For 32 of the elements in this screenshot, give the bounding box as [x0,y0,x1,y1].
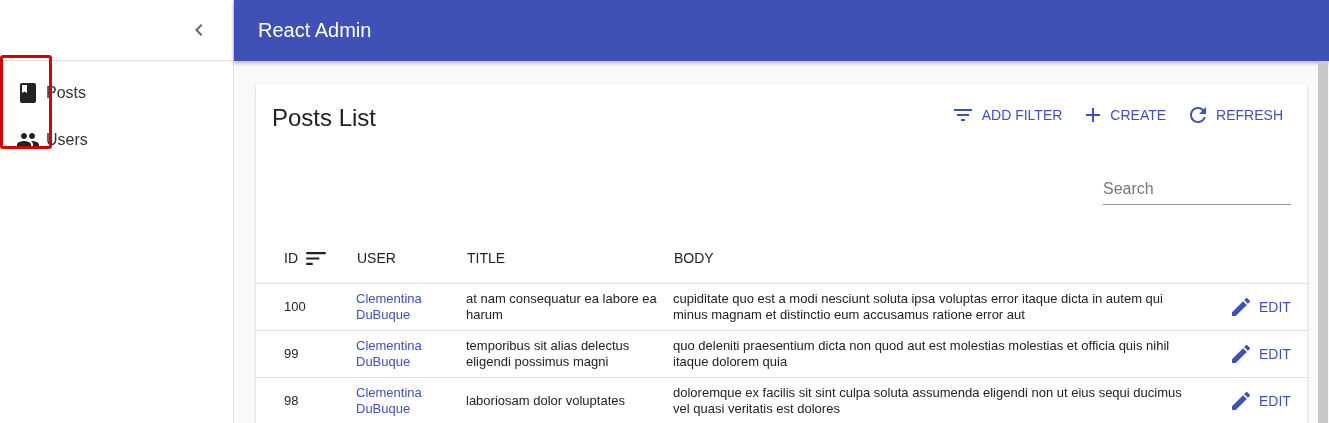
user-link[interactable]: Clementina DuBuque [356,385,436,417]
filter-icon [953,109,972,121]
page-title: Posts List [272,103,377,132]
action-button[interactable]: ADD FILTER [945,98,1071,132]
user-link[interactable]: Clementina DuBuque [356,338,436,370]
column-header[interactable]: BODY [673,233,1224,284]
column-header[interactable]: TITLE [466,233,673,284]
scrollbar[interactable] [1318,61,1328,423]
body-cell: doloremque ex facilis sit sint culpa soluta assumenda eligendi non ut eius sequi ducimus vel quasi veritatis est dolores [673,377,1224,423]
app-title: React Admin [258,19,372,42]
pencil-icon [1232,298,1250,316]
id-cell: 100 [256,283,356,331]
column-header[interactable]: USER [356,233,466,284]
action-button[interactable]: CREATE [1078,98,1175,132]
id-cell: 99 [256,330,356,378]
column-header[interactable]: ID [256,233,356,284]
edit-button[interactable]: EDIT [1224,386,1299,416]
action-button[interactable]: REFRESH [1182,98,1291,132]
search-field[interactable]: Search [1103,176,1291,205]
title-cell: temporibus sit alias delectus eligendi possimus magni [466,330,673,378]
pencil-icon [1232,392,1250,410]
title-cell: laboriosam dolor voluptates [466,377,673,423]
user-link[interactable]: Clementina DuBuque [356,291,436,323]
id-cell: 98 [256,377,356,423]
edit-button[interactable]: EDIT [1224,292,1299,322]
refresh-icon [1190,107,1207,123]
title-cell: at nam consequatur ea labore ea harum [466,283,673,331]
edit-button[interactable]: EDIT [1224,339,1299,369]
body-cell: quo deleniti praesentium dicta non quod aut est molestias molestias et officia quis nihil itaque dolorem quia [673,330,1224,378]
pencil-icon [1232,345,1250,363]
plus-icon [1086,108,1101,122]
body-cell: cupiditate quo est a modi nesciunt soluta ipsa voluptas error itaque dicta in autem qui minus magnam et distinctio eum accusamus ratione error aut [673,283,1224,331]
